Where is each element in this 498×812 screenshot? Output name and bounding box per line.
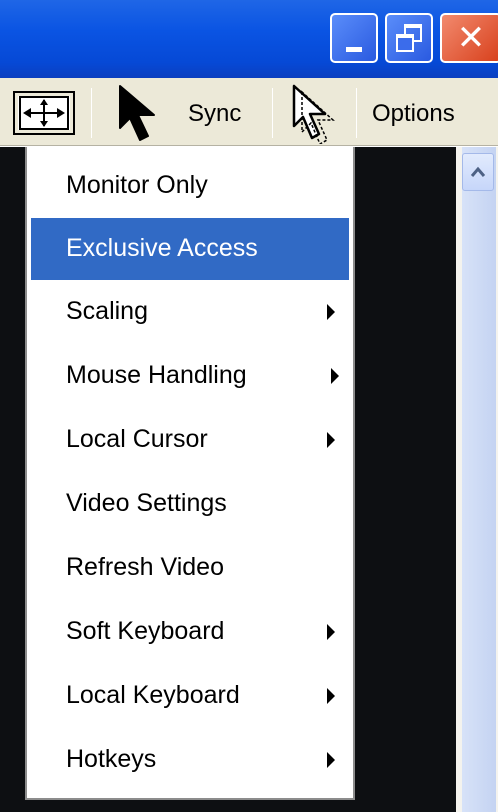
menu-item-label: Mouse Handling [66,361,247,389]
submenu-arrow-icon [327,688,335,704]
menu-item-label: Hotkeys [66,745,157,773]
submenu-arrow-icon [327,432,335,448]
close-button[interactable]: ✕ [440,13,498,63]
menu-item-label: Refresh Video [66,553,224,581]
submenu-arrow-icon [331,368,339,384]
options-dropdown-menu: Monitor Only Exclusive Access Scaling Mo… [25,147,355,800]
submenu-arrow-icon [327,304,335,320]
menu-item-local-cursor[interactable]: Local Cursor [31,409,349,471]
menu-item-label: Soft Keyboard [66,617,225,645]
menu-item-hotkeys[interactable]: Hotkeys [31,729,349,791]
cursor-arrow-icon [119,85,155,141]
vertical-scrollbar[interactable] [456,147,498,812]
sync-button[interactable]: Sync [188,100,241,128]
options-menu-button[interactable]: Options [372,100,455,128]
toolbar: Sync Options [0,78,498,146]
title-bar: ✕ [0,0,498,78]
menu-item-video-settings[interactable]: Video Settings [31,473,349,535]
menu-item-soft-keyboard[interactable]: Soft Keyboard [31,601,349,663]
chevron-up-icon [470,166,486,177]
menu-item-label: Video Settings [66,489,227,517]
close-icon: ✕ [456,18,486,58]
menu-item-label: Monitor Only [66,171,208,199]
menu-item-refresh-video[interactable]: Refresh Video [31,537,349,599]
menu-item-monitor-only[interactable]: Monitor Only [31,155,349,217]
minimize-icon [346,46,362,52]
restore-icon [396,24,422,52]
cursor-sync-icon[interactable] [288,84,338,144]
menu-item-local-keyboard[interactable]: Local Keyboard [31,665,349,727]
submenu-arrow-icon [327,624,335,640]
menu-item-exclusive-access[interactable]: Exclusive Access [31,218,349,280]
menu-item-label: Scaling [66,297,148,325]
menu-item-mouse-handling[interactable]: Mouse Handling [31,345,349,407]
move-view-button[interactable] [13,91,75,135]
menu-item-label: Exclusive Access [66,234,258,262]
scroll-track[interactable] [462,147,496,812]
restore-button[interactable] [385,13,433,63]
menu-item-scaling[interactable]: Scaling [31,281,349,343]
menu-item-label: Local Keyboard [66,681,240,709]
submenu-arrow-icon [327,752,335,768]
scroll-up-button[interactable] [462,153,494,191]
minimize-button[interactable] [330,13,378,63]
menu-item-label: Local Cursor [66,425,208,453]
move-arrows-icon [19,96,69,130]
